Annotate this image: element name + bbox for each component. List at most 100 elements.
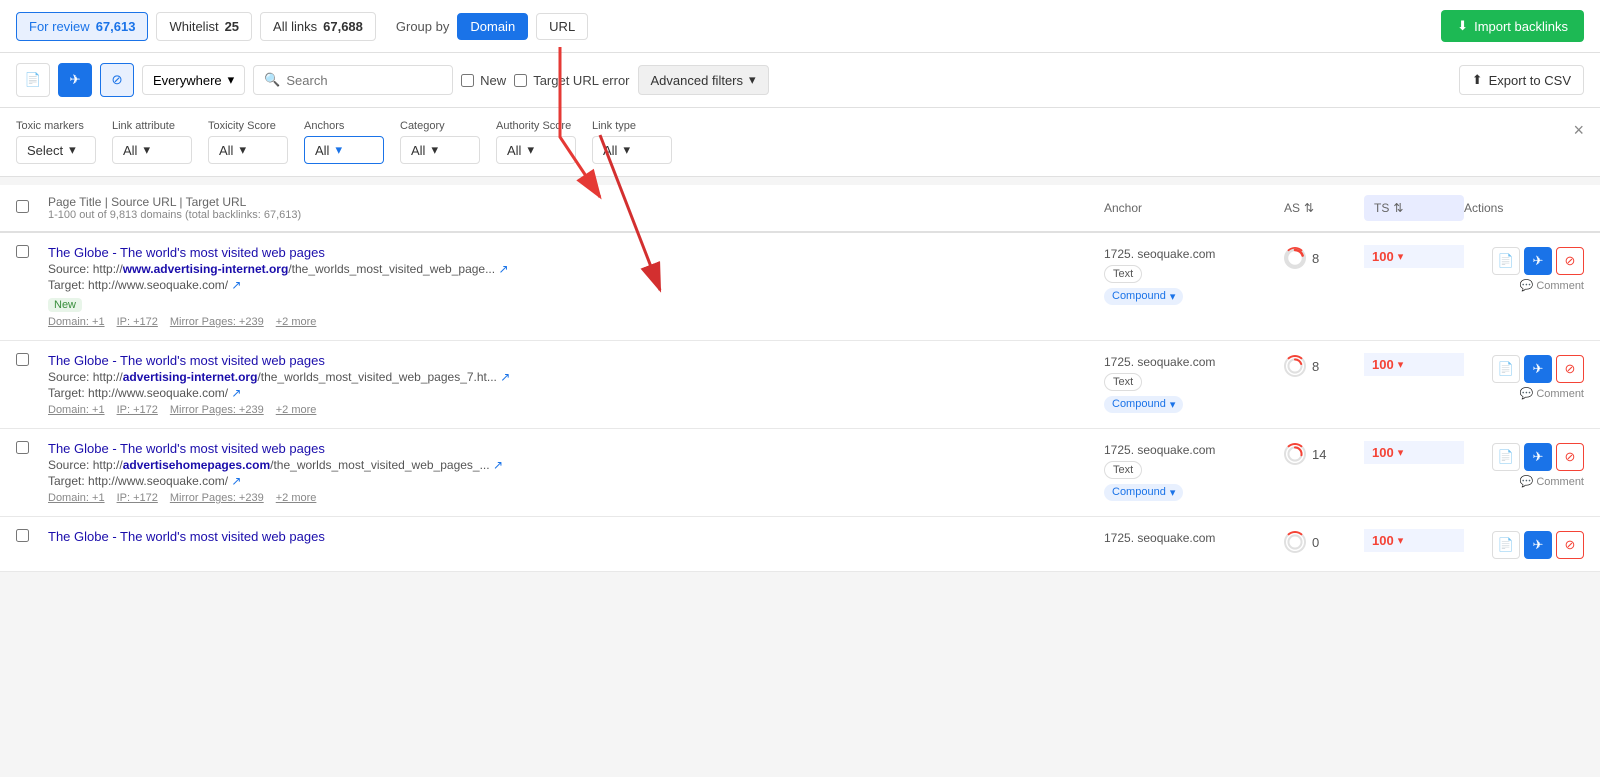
target-external-link-icon[interactable]: ↗ [231, 278, 241, 292]
link-attr-select[interactable]: All ▾ [112, 136, 192, 164]
ts-chevron-icon[interactable]: ▾ [1398, 250, 1404, 263]
select-all-checkbox[interactable] [16, 200, 29, 213]
toxicity-value: All [219, 143, 233, 158]
tab-for-review-label: For review [29, 19, 90, 34]
row-target: Target: http://www.seoquake.com/ ↗ [48, 278, 1104, 292]
row-title: The Globe - The world's most visited web… [48, 441, 1104, 456]
filter-link-type: Link type All ▾ [592, 120, 672, 164]
page-col-sub: 1-100 out of 9,813 domains (total backli… [48, 209, 1104, 221]
action-block-button[interactable]: ⊘ [1556, 247, 1584, 275]
action-telegram-button[interactable]: ✈ [1524, 443, 1552, 471]
action-page-button[interactable]: 📄 [1492, 531, 1520, 559]
anchors-select[interactable]: All ▾ [304, 136, 384, 164]
row-checkbox[interactable] [16, 441, 29, 454]
ts-chevron-icon[interactable]: ▾ [1398, 358, 1404, 371]
action-page-button[interactable]: 📄 [1492, 443, 1520, 471]
ts-col-header[interactable]: TS ⇅ [1364, 195, 1464, 221]
as-col-header[interactable]: AS ⇅ [1284, 201, 1364, 215]
as-score-value: 14 [1312, 447, 1326, 462]
row-checkbox[interactable] [16, 529, 29, 542]
action-telegram-button[interactable]: ✈ [1524, 531, 1552, 559]
link-type-chevron-icon: ▾ [623, 142, 630, 158]
meta-ip[interactable]: IP: +172 [117, 492, 158, 504]
scope-dropdown[interactable]: Everywhere ▾ [142, 65, 245, 95]
meta-mirror[interactable]: Mirror Pages: +239 [170, 404, 264, 416]
row-meta: Domain: +1 IP: +172 Mirror Pages: +239 +… [48, 404, 1104, 416]
comment-button[interactable]: 💬 Comment [1520, 475, 1584, 488]
group-by-domain[interactable]: Domain [457, 13, 528, 40]
block-icon-button[interactable]: ⊘ [100, 63, 134, 97]
authority-select[interactable]: All ▾ [496, 136, 576, 164]
meta-more[interactable]: +2 more [276, 316, 317, 328]
telegram-icon-button[interactable]: ✈ [58, 63, 92, 97]
new-checkbox[interactable] [461, 74, 474, 87]
anchor-compound-badge[interactable]: Compound ▾ [1104, 484, 1183, 501]
new-checkbox-label[interactable]: New [461, 73, 506, 88]
compound-chevron-icon: ▾ [1170, 398, 1176, 411]
ts-cell: 100 ▾ [1364, 529, 1464, 552]
action-page-button[interactable]: 📄 [1492, 355, 1520, 383]
row-checkbox[interactable] [16, 245, 29, 258]
target-url-error-checkbox[interactable] [514, 74, 527, 87]
anchor-compound-badge[interactable]: Compound ▾ [1104, 288, 1183, 305]
external-link-icon[interactable]: ↗ [498, 262, 508, 276]
page-icon: 📄 [25, 72, 42, 88]
meta-domain[interactable]: Domain: +1 [48, 316, 105, 328]
action-telegram-button[interactable]: ✈ [1524, 355, 1552, 383]
as-score-value: 8 [1312, 251, 1319, 266]
advanced-filters-button[interactable]: Advanced filters ▾ [638, 65, 769, 95]
target-url-error-label[interactable]: Target URL error [514, 73, 629, 88]
category-select[interactable]: All ▾ [400, 136, 480, 164]
anchor-cell: 1725. seoquake.com Text Compound ▾ [1104, 441, 1284, 501]
meta-mirror[interactable]: Mirror Pages: +239 [170, 316, 264, 328]
action-block-button[interactable]: ⊘ [1556, 531, 1584, 559]
toxic-value: Select [27, 143, 63, 158]
action-block-button[interactable]: ⊘ [1556, 355, 1584, 383]
meta-ip[interactable]: IP: +172 [117, 404, 158, 416]
action-page-button[interactable]: 📄 [1492, 247, 1520, 275]
ts-chevron-icon[interactable]: ▾ [1398, 446, 1404, 459]
page-icon-button[interactable]: 📄 [16, 63, 50, 97]
ts-cell: 100 ▾ [1364, 245, 1464, 268]
anchor-compound-badge[interactable]: Compound ▾ [1104, 396, 1183, 413]
target-external-link-icon[interactable]: ↗ [231, 386, 241, 400]
action-icons: 📄 ✈ ⊘ [1492, 247, 1584, 275]
filter-anchors: Anchors All ▾ [304, 120, 384, 164]
meta-more[interactable]: +2 more [276, 404, 317, 416]
row-source: Source: http://www.advertising-internet.… [48, 262, 1104, 276]
target-external-link-icon[interactable]: ↗ [231, 474, 241, 488]
meta-more[interactable]: +2 more [276, 492, 317, 504]
row-checkbox[interactable] [16, 353, 29, 366]
meta-domain[interactable]: Domain: +1 [48, 492, 105, 504]
top-bar-left: For review 67,613 Whitelist 25 All links… [16, 12, 588, 41]
ts-value: 100 [1372, 249, 1394, 264]
link-type-value: All [603, 143, 617, 158]
group-by-url[interactable]: URL [536, 13, 588, 40]
tab-all-links[interactable]: All links 67,688 [260, 12, 376, 41]
comment-button[interactable]: 💬 Comment [1520, 387, 1584, 400]
action-block-button[interactable]: ⊘ [1556, 443, 1584, 471]
action-telegram-button[interactable]: ✈ [1524, 247, 1552, 275]
tab-for-review[interactable]: For review 67,613 [16, 12, 148, 41]
export-csv-button[interactable]: ⬆ Export to CSV [1459, 65, 1584, 95]
search-input[interactable] [286, 73, 426, 88]
close-advanced-panel-button[interactable]: × [1573, 120, 1584, 141]
tab-all-links-label: All links [273, 19, 317, 34]
meta-domain[interactable]: Domain: +1 [48, 404, 105, 416]
filter-toxic: Toxic markers Select ▾ [16, 120, 96, 164]
meta-ip[interactable]: IP: +172 [117, 316, 158, 328]
external-link-icon[interactable]: ↗ [493, 458, 503, 472]
toxic-select[interactable]: Select ▾ [16, 136, 96, 164]
telegram-icon: ✈ [69, 72, 80, 88]
anchor-domain: 1725. seoquake.com [1104, 443, 1284, 457]
import-backlinks-button[interactable]: ⬇ Import backlinks [1441, 10, 1584, 42]
ts-cell: 100 ▾ [1364, 353, 1464, 376]
external-link-icon[interactable]: ↗ [500, 370, 510, 384]
tab-whitelist[interactable]: Whitelist 25 [156, 12, 252, 41]
meta-mirror[interactable]: Mirror Pages: +239 [170, 492, 264, 504]
ts-value: 100 [1372, 445, 1394, 460]
ts-chevron-icon[interactable]: ▾ [1398, 534, 1404, 547]
toxicity-select[interactable]: All ▾ [208, 136, 288, 164]
link-type-select[interactable]: All ▾ [592, 136, 672, 164]
comment-button[interactable]: 💬 Comment [1520, 279, 1584, 292]
